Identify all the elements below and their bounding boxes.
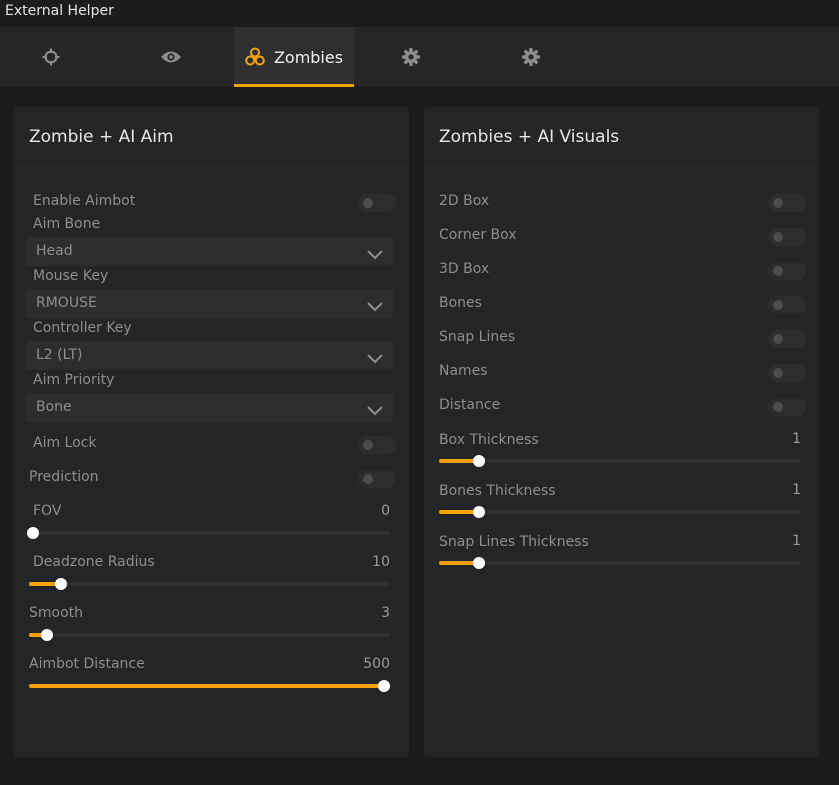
tab-settings-1[interactable]: [360, 27, 462, 87]
window-title: External Helper: [5, 3, 114, 19]
slider-knob[interactable]: [26, 527, 39, 539]
aim-priority-value: Bone: [36, 399, 72, 415]
aim-panel: Zombie + AI Aim Enable Aimbot Aim Bone H…: [14, 107, 409, 757]
aim-panel-title: Zombie + AI Aim: [29, 127, 174, 147]
names-toggle[interactable]: [768, 364, 806, 382]
biohazard-icon: [245, 47, 265, 67]
gear-icon: [402, 48, 420, 66]
2d-box-label: 2D Box: [439, 193, 490, 209]
aimbot-distance-slider[interactable]: [29, 680, 390, 692]
slider-track: [439, 459, 801, 463]
mouse-key-value: RMOUSE: [36, 295, 97, 311]
bones-thickness-slider[interactable]: [439, 506, 801, 518]
3d-box-toggle[interactable]: [768, 262, 806, 280]
smooth-label: Smooth: [29, 605, 84, 621]
slider-knob[interactable]: [472, 557, 485, 569]
aimbot-distance-label: Aimbot Distance: [29, 656, 145, 672]
controller-key-value: L2 (LT): [36, 347, 83, 363]
smooth-value: 3: [381, 605, 390, 621]
chevron-down-icon: [367, 297, 383, 316]
chevron-down-icon: [367, 245, 383, 264]
names-label: Names: [439, 363, 488, 379]
slider-knob[interactable]: [41, 629, 54, 641]
chevron-down-icon: [367, 349, 383, 368]
fov-slider[interactable]: [26, 527, 390, 539]
corner-box-label: Corner Box: [439, 227, 517, 243]
eye-icon: [160, 49, 182, 65]
slider-track: [439, 561, 801, 565]
aim-lock-toggle[interactable]: [358, 436, 396, 454]
distance-toggle[interactable]: [768, 398, 806, 416]
mouse-key-select[interactable]: RMOUSE: [26, 289, 393, 318]
tab-zombies[interactable]: Zombies: [234, 27, 354, 87]
snap-lines-label: Snap Lines: [439, 329, 516, 345]
aimbot-distance-value: 500: [363, 656, 390, 672]
slider-knob[interactable]: [378, 680, 390, 692]
visuals-panel: Zombies + AI Visuals 2D Box Corner Box 3…: [424, 107, 819, 757]
snap-lines-thickness-slider[interactable]: [439, 557, 801, 569]
visuals-panel-title: Zombies + AI Visuals: [439, 127, 620, 147]
slider-knob[interactable]: [472, 455, 485, 467]
slider-fill: [29, 684, 384, 688]
fov-value: 0: [381, 503, 390, 519]
deadzone-radius-label: Deadzone Radius: [33, 554, 155, 570]
tab-bar: Zombies: [0, 27, 839, 87]
box-thickness-value: 1: [792, 431, 801, 447]
3d-box-label: 3D Box: [439, 261, 490, 277]
controller-key-select[interactable]: L2 (LT): [26, 341, 393, 370]
distance-label: Distance: [439, 397, 501, 413]
slider-track: [29, 633, 390, 637]
chevron-down-icon: [367, 401, 383, 420]
aim-priority-select[interactable]: Bone: [26, 393, 393, 422]
tab-settings-2[interactable]: [480, 27, 582, 87]
crosshair-icon: [42, 48, 60, 66]
aim-priority-label: Aim Priority: [33, 372, 115, 388]
2d-box-toggle[interactable]: [768, 194, 806, 212]
gear-icon: [522, 48, 540, 66]
aim-bone-select[interactable]: Head: [26, 237, 393, 266]
bones-thickness-value: 1: [792, 482, 801, 498]
tab-visuals[interactable]: [120, 27, 222, 87]
tab-aimbot[interactable]: [0, 27, 102, 87]
divider: [14, 166, 409, 167]
aim-bone-value: Head: [36, 243, 73, 259]
aim-bone-label: Aim Bone: [33, 216, 101, 232]
prediction-label: Prediction: [29, 469, 99, 485]
title-bar: External Helper: [0, 0, 839, 27]
bones-label: Bones: [439, 295, 482, 311]
deadzone-radius-value: 10: [372, 554, 390, 570]
tab-zombies-label: Zombies: [273, 47, 344, 67]
enable-aimbot-toggle[interactable]: [358, 194, 396, 212]
smooth-slider[interactable]: [29, 629, 390, 641]
fov-label: FOV: [33, 503, 62, 519]
aim-lock-label: Aim Lock: [33, 435, 97, 451]
controller-key-label: Controller Key: [33, 320, 132, 336]
slider-knob[interactable]: [472, 506, 485, 518]
slider-track: [29, 582, 390, 586]
prediction-toggle[interactable]: [358, 470, 396, 488]
corner-box-toggle[interactable]: [768, 228, 806, 246]
box-thickness-label: Box Thickness: [439, 432, 539, 448]
snap-lines-toggle[interactable]: [768, 330, 806, 348]
deadzone-radius-slider[interactable]: [29, 578, 390, 590]
enable-aimbot-label: Enable Aimbot: [33, 193, 136, 209]
bones-toggle[interactable]: [768, 296, 806, 314]
slider-knob[interactable]: [55, 578, 68, 590]
snap-lines-thickness-value: 1: [792, 533, 801, 549]
divider: [424, 166, 819, 167]
mouse-key-label: Mouse Key: [33, 268, 109, 284]
bones-thickness-label: Bones Thickness: [439, 483, 556, 499]
slider-track: [29, 531, 390, 535]
slider-track: [439, 510, 801, 514]
box-thickness-slider[interactable]: [439, 455, 801, 467]
snap-lines-thickness-label: Snap Lines Thickness: [439, 534, 589, 550]
